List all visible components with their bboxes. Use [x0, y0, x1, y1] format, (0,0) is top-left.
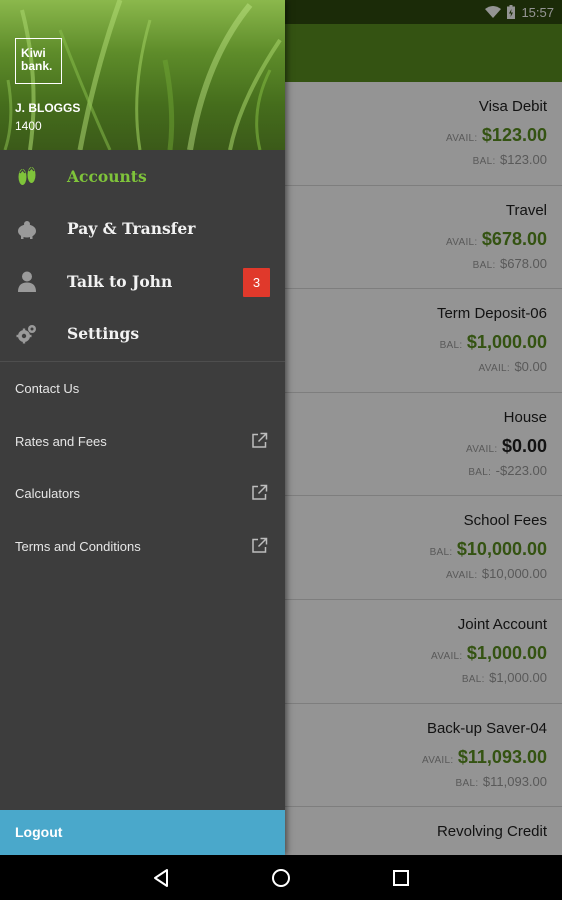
nav-item-calculators[interactable]: Calculators — [0, 467, 285, 520]
nav-item-terms-and-conditions[interactable]: Terms and Conditions — [0, 520, 285, 573]
navigation-drawer: Kiwi bank. J. BLOGGS 1400 Accounts Pay &… — [0, 0, 285, 855]
external-link-icon — [252, 484, 268, 500]
logo-line2: bank. — [21, 59, 53, 73]
nav-label-terms-and-conditions: Terms and Conditions — [15, 538, 141, 554]
nav-label-settings: Settings — [67, 324, 140, 344]
nav-label-calculators: Calculators — [15, 486, 81, 501]
person-icon — [18, 271, 36, 292]
external-link-icon — [252, 432, 268, 448]
user-name: J. BLOGGS — [15, 101, 81, 115]
jandals-icon — [18, 166, 36, 185]
secondary-nav: Contact Us Rates and Fees Calculators Te… — [0, 362, 285, 572]
nav-item-rates-and-fees[interactable]: Rates and Fees — [0, 415, 285, 468]
external-link-icon — [252, 537, 268, 553]
nav-item-settings[interactable]: Settings — [0, 308, 285, 361]
user-number: 1400 — [15, 119, 42, 133]
nav-item-contact-us[interactable]: Contact Us — [0, 362, 285, 415]
nav-label-accounts: Accounts — [67, 166, 147, 186]
system-navigation-bar — [0, 855, 562, 900]
main-nav: Accounts Pay & Transfer Talk to John Set… — [0, 150, 285, 360]
gears-icon — [16, 324, 36, 343]
back-icon[interactable] — [150, 867, 172, 889]
drawer-header: Kiwi bank. J. BLOGGS 1400 — [0, 0, 285, 150]
nav-item-pay-transfer[interactable]: Pay & Transfer — [0, 203, 285, 256]
kiwibank-logo: Kiwi bank. — [15, 38, 62, 84]
recent-apps-icon[interactable] — [390, 867, 412, 889]
home-icon[interactable] — [270, 867, 292, 889]
unread-messages-badge: 3 — [243, 268, 270, 297]
nav-label-pay-transfer: Pay & Transfer — [67, 219, 196, 239]
nav-label-rates-and-fees: Rates and Fees — [15, 433, 107, 449]
piggy-bank-icon — [18, 220, 36, 239]
nav-label-contact-us: Contact Us — [15, 381, 80, 396]
logout-button[interactable]: Logout — [0, 810, 285, 855]
nav-item-accounts[interactable]: Accounts — [0, 150, 285, 203]
nav-label-talk-to-john: Talk to John — [67, 271, 173, 291]
